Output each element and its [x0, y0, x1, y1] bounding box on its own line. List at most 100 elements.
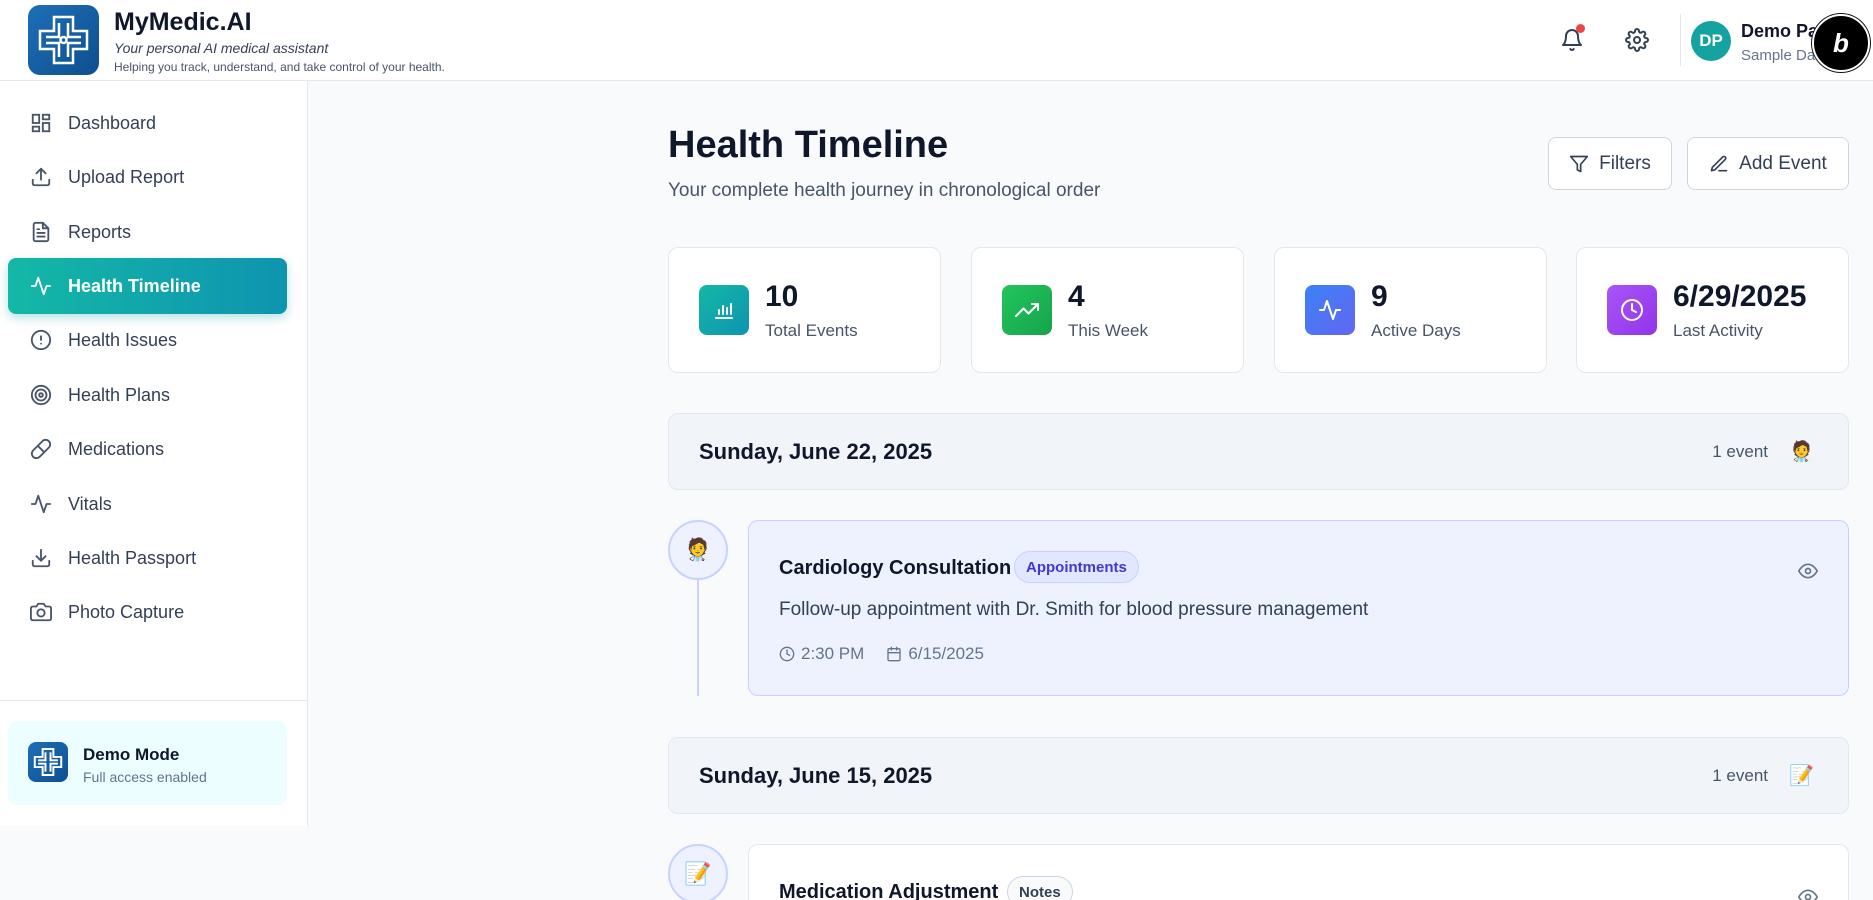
demo-logo: [28, 742, 68, 782]
date-group-count: 1 event: [1712, 766, 1768, 785]
clock-icon: [779, 646, 795, 662]
trending-up-icon: [1002, 285, 1052, 335]
event-description: Follow-up appointment with Dr. Smith for…: [779, 599, 1369, 620]
date-group-header[interactable]: Sunday, June 15, 2025 1 event 📝: [668, 737, 1849, 814]
event-card[interactable]: Cardiology Consultation Appointments Fol…: [748, 520, 1849, 696]
add-event-button[interactable]: Add Event: [1687, 137, 1849, 190]
sidebar-item-label: Health Plans: [68, 384, 171, 405]
sidebar-item-label: Vitals: [68, 493, 112, 514]
date-group-count: 1 event: [1712, 442, 1768, 461]
app-name: MyMedic.AI: [114, 8, 252, 36]
alert-circle-icon: [28, 327, 54, 353]
sidebar-item-health-plans[interactable]: Health Plans: [8, 367, 287, 423]
sidebar-divider: [0, 700, 307, 701]
sidebar-item-health-issues[interactable]: Health Issues: [8, 312, 287, 368]
sidebar-item-health-passport[interactable]: Health Passport: [8, 530, 287, 586]
sidebar-item-label: Health Timeline: [68, 275, 201, 296]
date-group-title: Sunday, June 15, 2025: [699, 763, 933, 788]
notification-dot: [1576, 24, 1585, 33]
event-title: Medication Adjustment: [779, 881, 999, 900]
stat-label: Last Activity: [1673, 321, 1763, 340]
stat-value: 10: [765, 280, 799, 313]
stat-this-week: 4 This Week: [971, 247, 1244, 373]
stat-total-events: 10 Total Events: [668, 247, 941, 373]
clock-icon: [1607, 285, 1657, 335]
header-divider: [1680, 14, 1681, 66]
timeline-line: [697, 578, 699, 696]
sidebar-item-dashboard[interactable]: Dashboard: [8, 95, 287, 151]
add-event-label: Add Event: [1739, 152, 1827, 174]
sidebar-item-health-timeline[interactable]: Health Timeline: [8, 258, 287, 314]
sidebar-item-medications[interactable]: Medications: [8, 421, 287, 477]
pulse-icon: [28, 491, 54, 517]
stat-value: 9: [1371, 280, 1388, 313]
sidebar-item-label: Photo Capture: [68, 601, 185, 622]
event-category-badge: Notes: [1007, 876, 1073, 900]
event-title: Cardiology Consultation: [779, 557, 1012, 579]
bolt-badge[interactable]: b: [1812, 14, 1870, 72]
doctor-icon: 🧑‍⚕️: [1789, 441, 1814, 463]
pencil-icon: [1709, 154, 1729, 174]
view-event-button[interactable]: [1797, 887, 1819, 900]
sidebar-item-label: Reports: [68, 221, 132, 242]
stat-last-activity: 6/29/2025 Last Activity: [1576, 247, 1849, 373]
date-group-header[interactable]: Sunday, June 22, 2025 1 event 🧑‍⚕️: [668, 413, 1849, 490]
filters-label: Filters: [1599, 152, 1651, 174]
sidebar-item-label: Health Issues: [68, 329, 178, 350]
sidebar-item-upload-report[interactable]: Upload Report: [8, 149, 287, 205]
target-icon: [28, 382, 54, 408]
eye-icon: [1797, 889, 1819, 900]
sidebar-item-reports[interactable]: Reports: [8, 204, 287, 260]
sidebar-item-vitals[interactable]: Vitals: [8, 476, 287, 532]
camera-icon: [28, 599, 54, 625]
event-category-badge: Appointments: [1014, 551, 1139, 583]
sidebar-item-label: Health Passport: [68, 547, 197, 568]
event-time-value: 2:30 PM: [801, 644, 865, 663]
avatar[interactable]: DP: [1691, 21, 1731, 61]
memo-icon: 📝: [1789, 765, 1814, 787]
upload-icon: [28, 164, 54, 190]
filter-icon: [1569, 154, 1589, 174]
filters-button[interactable]: Filters: [1548, 137, 1672, 190]
stat-label: Active Days: [1371, 321, 1461, 340]
stat-value: 4: [1068, 280, 1085, 313]
timeline-node: 🧑‍⚕️: [668, 520, 728, 580]
demo-subtitle: Full access enabled: [83, 769, 207, 785]
event-date: 6/15/2025: [886, 644, 984, 664]
page-title: Health Timeline: [668, 124, 949, 166]
sidebar: Dashboard Upload Report Reports Health T…: [0, 81, 308, 826]
app-logo[interactable]: [28, 5, 99, 75]
event-time: 2:30 PM: [779, 644, 864, 664]
timeline-node: 📝: [668, 844, 728, 900]
stat-label: This Week: [1068, 321, 1148, 340]
dashboard-icon: [28, 110, 54, 136]
sidebar-item-label: Medications: [68, 438, 165, 459]
page-subtitle: Your complete health journey in chronolo…: [668, 180, 1101, 201]
sidebar-item-label: Upload Report: [68, 166, 185, 187]
notifications-button[interactable]: [1556, 24, 1588, 56]
event-card[interactable]: Medication Adjustment Notes: [748, 844, 1849, 900]
sidebar-item-photo-capture[interactable]: Photo Capture: [8, 584, 287, 640]
sidebar-item-label: Dashboard: [68, 112, 157, 133]
view-event-button[interactable]: [1797, 561, 1819, 586]
date-group-title: Sunday, June 22, 2025: [699, 439, 933, 464]
download-icon: [28, 545, 54, 571]
bar-chart-icon: [699, 285, 749, 335]
stat-value: 6/29/2025: [1673, 280, 1807, 313]
event-meta: 2:30 PM 6/15/2025: [779, 644, 1006, 664]
activity-icon: [28, 273, 54, 299]
pill-icon: [28, 436, 54, 462]
memo-icon: 📝: [684, 861, 712, 886]
top-header: MyMedic.AI Your personal AI medical assi…: [0, 0, 1873, 81]
stat-active-days: 9 Active Days: [1274, 247, 1547, 373]
stat-label: Total Events: [765, 321, 858, 340]
app-tagline: Your personal AI medical assistant: [114, 40, 329, 56]
demo-title: Demo Mode: [83, 745, 180, 764]
settings-button[interactable]: [1621, 24, 1653, 56]
eye-icon: [1797, 563, 1819, 579]
document-icon: [28, 219, 54, 245]
doctor-icon: 🧑‍⚕️: [684, 537, 712, 562]
calendar-icon: [887, 646, 901, 662]
gear-icon: [1625, 28, 1649, 52]
event-date-value: 6/15/2025: [908, 644, 984, 663]
